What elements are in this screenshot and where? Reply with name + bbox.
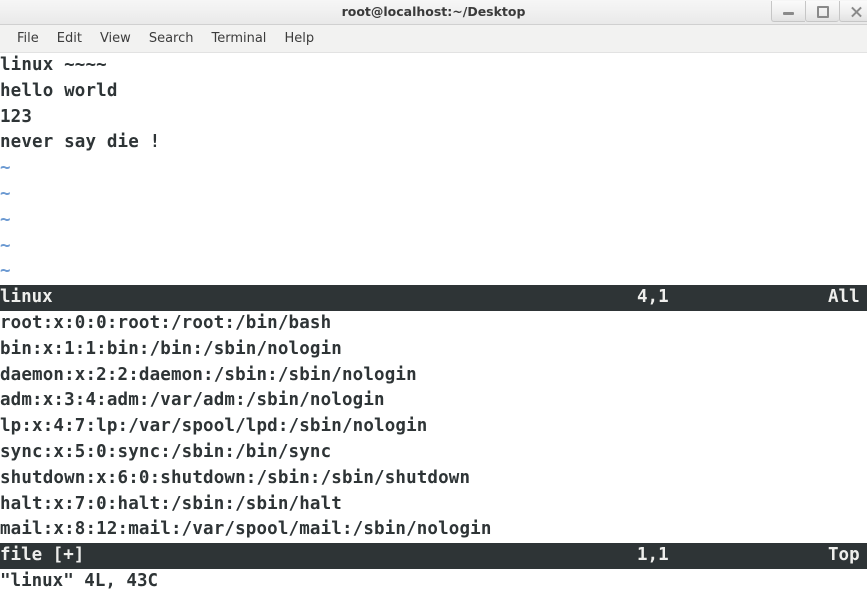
- statusline-filename: linux: [0, 287, 53, 308]
- vim-bottom-buffer[interactable]: root:x:0:0:root:/root:/bin/bash bin:x:1:…: [0, 311, 867, 543]
- vim-top-buffer[interactable]: linux ~~~~ hello world 123 never say die…: [0, 53, 867, 285]
- menu-item-file[interactable]: File: [8, 28, 48, 50]
- buffer-line: adm:x:3:4:adm:/var/adm:/sbin/nologin: [0, 390, 385, 411]
- maximize-icon: [817, 6, 829, 18]
- vim-statusline-bottom: file [+] 1,1 Top: [0, 543, 867, 569]
- window-controls: [771, 1, 867, 23]
- statusline-filename: file [+]: [0, 545, 85, 566]
- empty-line-marker: ~: [0, 158, 11, 179]
- buffer-line: never say die !: [0, 132, 161, 153]
- vim-statusline-top: linux 4,1 All: [0, 285, 867, 311]
- terminal-content[interactable]: linux ~~~~ hello world 123 never say die…: [0, 53, 867, 595]
- empty-line-marker: ~: [0, 183, 11, 204]
- statusline-position: 4,1: [637, 287, 669, 308]
- empty-line-marker: ~: [0, 261, 11, 282]
- buffer-line: lp:x:4:7:lp:/var/spool/lpd:/sbin/nologin: [0, 416, 428, 437]
- buffer-line: linux ~~~~: [0, 55, 107, 75]
- empty-line-marker: ~: [0, 235, 11, 256]
- maximize-button[interactable]: [805, 1, 839, 22]
- window-title: root@localhost:~/Desktop: [341, 4, 526, 19]
- close-button[interactable]: [839, 1, 867, 22]
- vim-command-line[interactable]: "linux" 4L, 43C: [0, 569, 867, 595]
- buffer-line: daemon:x:2:2:daemon:/sbin:/sbin/nologin: [0, 364, 417, 385]
- menu-item-help[interactable]: Help: [275, 28, 323, 50]
- menu-bar: File Edit View Search Terminal Help: [0, 25, 867, 53]
- statusline-position: 1,1: [637, 545, 669, 566]
- buffer-line: halt:x:7:0:halt:/sbin:/sbin/halt: [0, 493, 342, 514]
- minimize-button[interactable]: [771, 1, 805, 22]
- menu-item-search[interactable]: Search: [140, 28, 203, 50]
- buffer-line: sync:x:5:0:sync:/sbin:/bin/sync: [0, 441, 332, 462]
- statusline-scroll: Top: [828, 545, 860, 566]
- empty-line-marker: ~: [0, 209, 11, 230]
- buffer-line: 123: [0, 106, 33, 127]
- buffer-line: root:x:0:0:root:/root:/bin/bash: [0, 312, 332, 333]
- menu-item-view[interactable]: View: [91, 28, 140, 50]
- minimize-icon: [783, 12, 794, 15]
- buffer-line: shutdown:x:6:0:shutdown:/sbin:/sbin/shut…: [0, 467, 471, 488]
- terminal-window: root@localhost:~/Desktop File Edit View …: [0, 0, 867, 595]
- buffer-line: hello world: [0, 80, 118, 101]
- menu-item-terminal[interactable]: Terminal: [202, 28, 275, 50]
- buffer-line: mail:x:8:12:mail:/var/spool/mail:/sbin/n…: [0, 519, 492, 540]
- title-bar: root@localhost:~/Desktop: [0, 0, 867, 25]
- buffer-line: bin:x:1:1:bin:/bin:/sbin/nologin: [0, 338, 342, 359]
- menu-item-edit[interactable]: Edit: [48, 28, 91, 50]
- statusline-scroll: All: [828, 287, 860, 308]
